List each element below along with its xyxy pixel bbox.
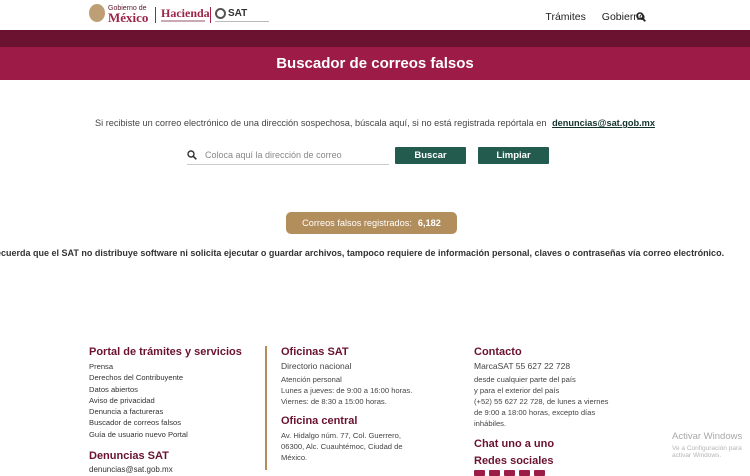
footer-col-oficinas: Oficinas SAT Directorio nacional Atenció… [281,346,451,463]
youtube-icon[interactable] [504,470,515,476]
logo-gob-big: México [108,10,149,25]
footer-link-aviso-privacidad[interactable]: Aviso de privacidad [89,395,259,406]
footer-office-line: Lunes a jueves: de 9:00 a 16:00 horas. [281,386,413,395]
search-input[interactable] [205,148,387,162]
hacienda-logo[interactable]: Hacienda [161,6,210,21]
nav-links: Trámites Gobierno [532,11,645,23]
logo-divider [210,7,211,23]
social-icons [474,470,634,476]
footer-heading-oficinas: Oficinas SAT [281,346,349,358]
footer-link-datos-abiertos[interactable]: Datos abiertos [89,384,259,395]
registered-count-badge: Correos falsos registrados: 6,182 [286,212,457,234]
top-navbar: Gobierno de México Hacienda SAT Trámites… [0,0,750,30]
footer-link-derechos[interactable]: Derechos del Contribuyente [89,372,259,383]
footer-heading-redes: Redes sociales [474,455,554,467]
footer-contact-line: (+52) 55 627 22 728, de lunes a viernes [474,397,609,406]
nav-search-icon[interactable] [636,12,646,22]
nav-tramites-link[interactable]: Trámites [545,11,585,23]
footer-contact-line: y para el exterior del país [474,386,560,395]
footer-link-buscador-correos[interactable]: Buscador de correos falsos [89,417,259,428]
limpiar-button[interactable]: Limpiar [478,147,549,164]
footer-heading-contacto: Contacto [474,346,522,358]
footer-contact-line: desde cualquier parte del país [474,375,576,384]
intro-message: Si recibiste un correo electrónico de un… [95,118,547,128]
footer: Portal de trámites y servicios Prensa De… [0,340,750,476]
footer-chat-link[interactable]: Chat uno a uno [474,438,634,450]
denuncias-email-link[interactable]: denuncias@sat.gob.mx [552,118,655,128]
footer-contact-line: inhábiles. [474,419,507,428]
tiktok-icon[interactable] [534,470,545,476]
security-reminder: ecuerda que el SAT no distribuye softwar… [0,248,725,258]
footer-address-line: México. [281,453,308,462]
page-title: Buscador de correos falsos [276,55,474,72]
logo-divider [155,7,156,23]
footer-address-line: 06300, Alc. Cuauhtémoc, Ciudad de [281,442,403,451]
instagram-icon[interactable] [519,470,530,476]
page-title-banner: Buscador de correos falsos [0,47,750,80]
footer-directorio-link[interactable]: Directorio nacional [281,361,451,371]
footer-address-line: Av. Hidalgo núm. 77, Col. Guerrero, [281,431,402,440]
footer-contact-line: de 9:00 a 18:00 horas, excepto días [474,408,596,417]
badge-label: Correos falsos registrados: [302,218,412,228]
facebook-icon[interactable] [474,470,485,476]
windows-activation-hint: Ve a Configuración para activar Windows. [672,445,742,459]
sat-emblem-icon [215,8,226,19]
footer-link-guia-usuario[interactable]: Guía de usuario nuevo Portal [89,429,259,440]
footer-office-line: Viernes: de 8:30 a 15:00 horas. [281,397,387,406]
twitter-icon[interactable] [489,470,500,476]
sat-logo-text: SAT [228,8,248,19]
sat-logo[interactable]: SAT [215,8,247,19]
badge-count: 6,182 [417,218,441,228]
footer-col-contacto: Contacto MarcaSAT 55 627 22 728 desde cu… [474,346,634,476]
sat-subtitle-line [215,21,269,22]
footer-denuncias-email-link[interactable]: denuncias@sat.gob.mx [89,465,259,475]
footer-heading-denuncias: Denuncias SAT [89,450,169,463]
footer-col-portal: Portal de trámites y servicios Prensa De… [89,346,259,475]
footer-heading-oficina-central: Oficina central [281,415,358,427]
search-icon [187,150,197,160]
gobierno-mexico-logo[interactable]: Gobierno de México [89,4,149,25]
footer-office-line: Atención personal [281,375,342,384]
hacienda-subtitle-line [161,20,205,22]
footer-divider [265,346,267,470]
windows-activation-watermark: Activar Windows [672,431,743,442]
footer-heading-portal: Portal de trámites y servicios [89,346,242,358]
intro-text: Si recibiste un correo electrónico de un… [0,118,750,128]
eagle-emblem-icon [89,4,105,22]
footer-link-prensa[interactable]: Prensa [89,361,259,372]
header-band-dark [0,30,750,47]
footer-link-denuncia-factureras[interactable]: Denuncia a factureras [89,406,259,417]
buscar-button[interactable]: Buscar [395,147,466,164]
search-field [187,146,389,165]
footer-marcasat-phone[interactable]: MarcaSAT 55 627 22 728 [474,361,634,371]
